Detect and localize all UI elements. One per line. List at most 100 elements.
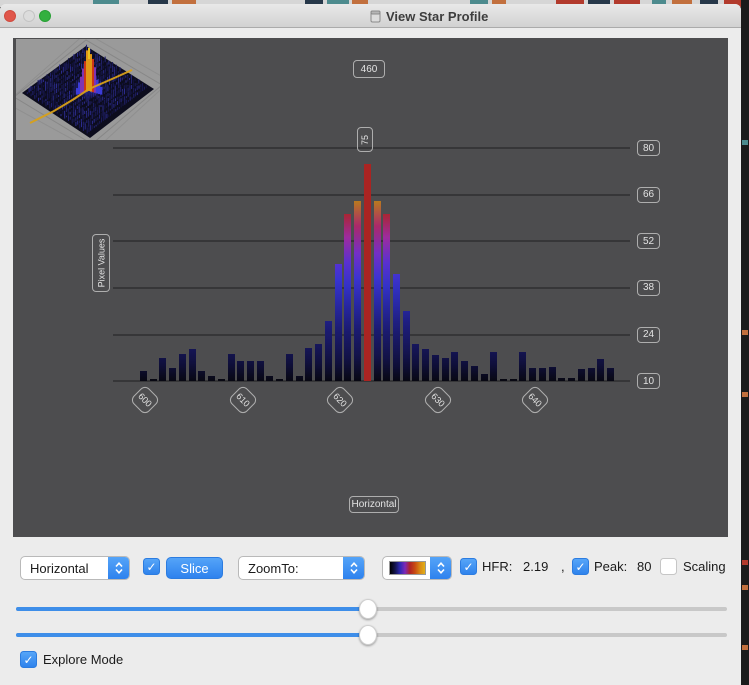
y-axis-tick-label: 38 [637,279,660,296]
profile-bar [558,377,566,381]
slider-2[interactable] [16,625,727,645]
zoom-button[interactable] [39,10,51,22]
profile-bar [519,352,527,381]
profile-bar [188,349,196,381]
profile-bar [140,371,147,381]
background-speckle [742,585,748,590]
gridline [113,286,630,289]
profile-bar [587,367,595,381]
background-speckle [742,140,748,145]
profile-bar [305,347,313,381]
slider-1[interactable] [16,599,727,619]
profile-bar [285,354,293,381]
x-axis-tick-label: 640 [519,384,551,416]
profile-bar [178,354,186,381]
y-axis-tick-label: 80 [637,140,660,156]
profile-bar [490,352,498,381]
hfr-checkbox[interactable]: ✓ [460,558,477,575]
checkmark-icon: ✓ [575,559,586,574]
profile-bar [529,367,537,381]
gridline [113,333,630,336]
slice-direction-value: Horizontal [30,560,89,576]
profile-bar [315,344,323,381]
zoomto-value: ZoomTo: [248,560,299,576]
profile-bar [208,376,216,381]
explore-mode-label: Explore Mode [43,652,124,667]
profile-bar [217,379,225,381]
slider-2-knob[interactable] [359,625,377,645]
profile-bar [509,379,517,381]
desktop-background-right [741,0,749,685]
hfr-value: 2.19 [523,559,549,574]
profile-bar [461,361,469,381]
gridline [113,193,630,196]
profile-bar [480,374,488,381]
background-speckle [742,392,748,397]
star-profile-chart[interactable]: 80 66 52 38 24 10 600 610 620 630 640 460 75 Pixel Va… [13,38,728,537]
checkmark-icon: ✓ [23,652,34,667]
profile-bar [392,274,400,381]
profile-bar [373,201,381,381]
profile-bar [431,355,439,381]
peak-value: 80 [637,559,652,574]
y-axis-title: Pixel Values [92,234,110,292]
profile-bar [538,367,546,381]
checkmark-icon: ✓ [146,559,157,574]
slice-direction-select[interactable]: Horizontal [20,556,130,580]
slice-checkbox[interactable]: ✓ [143,558,160,575]
profile-bar [354,201,362,381]
checkmark-icon: ✓ [463,559,474,574]
profile-bar [159,357,167,381]
slider-1-fill [16,607,368,611]
background-speckle [742,560,748,565]
profile-bar [577,369,585,381]
hfr-separator: , [561,559,565,574]
y-axis-tick-label: 66 [637,186,660,203]
profile-bar [256,361,264,381]
profile-bar [470,366,478,381]
title-group: View Star Profile [370,4,488,28]
profile-bar [607,367,614,381]
colormap-swatch [389,561,426,575]
profile-bar [227,354,235,381]
close-button[interactable] [4,10,16,22]
gridline [113,240,630,243]
minimize-button[interactable] [23,10,35,22]
profile-bar [344,214,352,381]
profile-bar [169,367,177,381]
profile-bar [499,379,507,381]
slice-button[interactable]: Slice [166,557,223,579]
stepper-icon [430,557,451,579]
colormap-select[interactable] [382,556,452,580]
slider-1-knob[interactable] [359,599,377,619]
explore-mode-checkbox[interactable]: ✓ [20,651,37,668]
profile-bar [266,376,274,381]
zoomto-select[interactable]: ZoomTo: [238,556,365,580]
profile-bar [363,164,371,381]
profile-bar [276,379,284,381]
x-axis-tick-label: 610 [226,384,259,416]
background-speckle [742,330,748,335]
hfr-label: HFR: [482,559,513,574]
scaling-label: Scaling [683,559,726,574]
scaling-checkbox[interactable] [660,558,677,575]
x-axis-tick-label: 600 [129,384,161,416]
x-axis-title: Horizontal [349,496,399,513]
profile-bar [597,359,605,381]
profile-bar [451,352,459,381]
background-speckle [742,645,748,650]
profile-bar [324,321,332,381]
star-3d-thumbnail [16,39,160,140]
y-axis-tick-label: 10 [637,373,660,390]
stepper-icon [108,557,129,579]
profile-bar [295,376,303,381]
column-position-label: 460 [353,60,385,78]
profile-bar [568,377,576,381]
profile-bar [334,264,342,381]
profile-bar [548,366,556,381]
profile-bar [149,379,157,381]
y-axis-tick-label: 24 [637,326,660,343]
profile-bar [237,361,245,381]
peak-checkbox[interactable]: ✓ [572,558,589,575]
peak-label: Peak: [594,559,628,574]
